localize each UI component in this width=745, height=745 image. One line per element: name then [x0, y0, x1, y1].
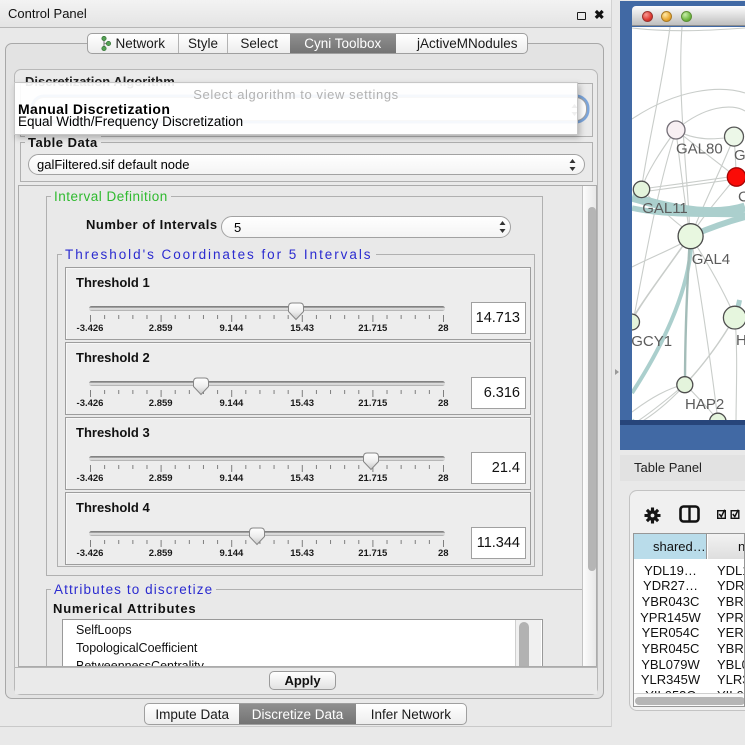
- svg-text:C: C: [738, 189, 745, 206]
- svg-text:GCY1: GCY1: [632, 333, 672, 350]
- svg-text:H: H: [736, 332, 745, 349]
- svg-text:GAL11: GAL11: [642, 200, 688, 217]
- svg-text:GAL80: GAL80: [676, 141, 723, 158]
- svg-text:GA: GA: [734, 147, 745, 164]
- svg-text:GAL4: GAL4: [692, 251, 730, 268]
- svg-text:HAP2: HAP2: [685, 396, 724, 413]
